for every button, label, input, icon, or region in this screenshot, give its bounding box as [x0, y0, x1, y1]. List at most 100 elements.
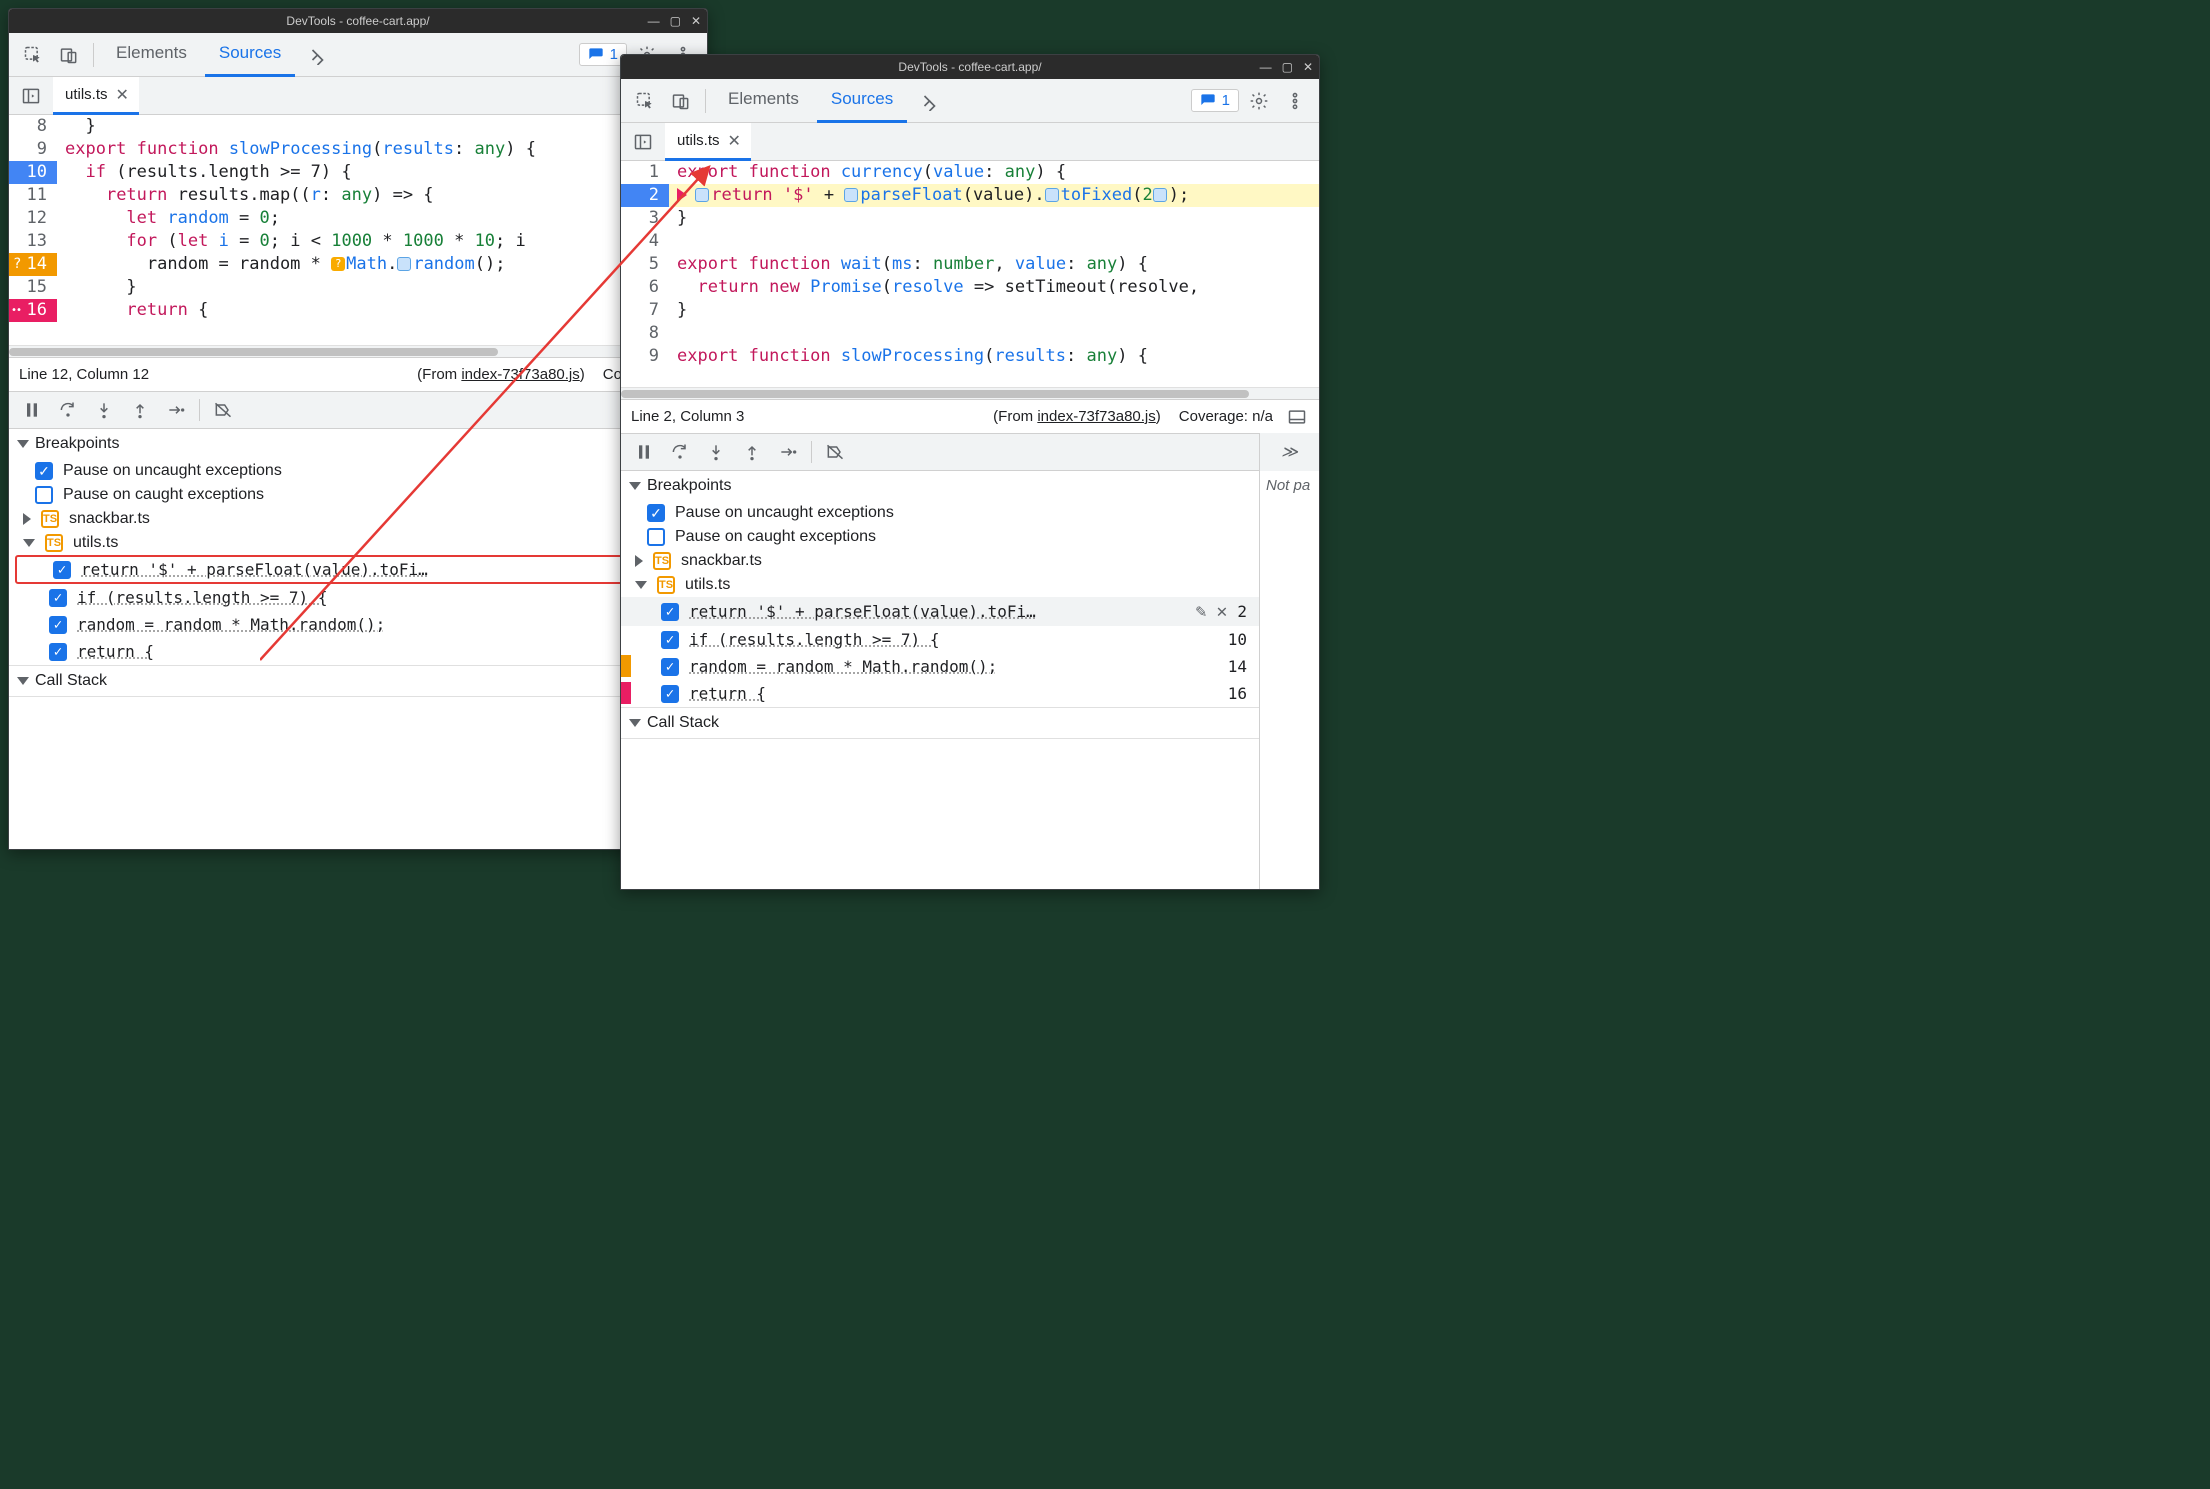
main-tabbar: Elements Sources 1 — [9, 33, 707, 77]
chevron-down-icon — [629, 719, 641, 727]
deactivate-breakpoints-button[interactable] — [818, 437, 852, 467]
breakpoint-row-highlighted[interactable]: ✓ return '$' + parseFloat(value).toFi… ✎… — [15, 555, 703, 584]
horizontal-scrollbar[interactable] — [621, 387, 1319, 399]
breakpoint-row[interactable]: ✓ return '$' + parseFloat(value).toFi… ✎… — [621, 597, 1259, 626]
checkbox-checked-icon[interactable]: ✓ — [661, 685, 679, 703]
file-tab-close-icon[interactable]: ✕ — [116, 85, 129, 105]
inspect-icon[interactable] — [17, 39, 49, 71]
checkbox-checked-icon[interactable]: ✓ — [35, 462, 53, 480]
breakpoint-row[interactable]: ✓ if (results.length >= 7) { 10 — [621, 626, 1259, 653]
breakpoint-row[interactable]: ✓ return { 16 — [9, 638, 707, 665]
breakpoints-pane: Breakpoints ✓ Pause on uncaught exceptio… — [9, 429, 707, 666]
step-button[interactable] — [159, 395, 193, 425]
minimize-icon[interactable]: — — [648, 14, 660, 28]
close-icon[interactable]: ✕ — [691, 14, 701, 28]
navigator-toggle-icon[interactable] — [629, 128, 657, 156]
edit-breakpoint-icon[interactable]: ✎ — [1196, 601, 1207, 622]
callstack-header[interactable]: Call Stack — [9, 666, 707, 696]
bp-file-utils[interactable]: TS utils.ts — [9, 531, 707, 555]
close-icon[interactable]: ✕ — [1303, 60, 1313, 74]
horizontal-scrollbar[interactable] — [9, 345, 707, 357]
pause-button[interactable] — [15, 395, 49, 425]
callstack-pane: Call Stack — [9, 666, 707, 697]
maximize-icon[interactable]: ▢ — [670, 14, 681, 28]
remove-breakpoint-icon[interactable]: ✕ — [1217, 601, 1228, 622]
device-toggle-icon[interactable] — [665, 85, 697, 117]
side-pane: ≫ Not pa — [1259, 433, 1319, 889]
kebab-icon[interactable] — [1279, 85, 1311, 117]
maximize-icon[interactable]: ▢ — [1282, 60, 1293, 74]
sourcemap-link[interactable]: index-73f73a80.js — [461, 366, 579, 383]
bp-file-utils[interactable]: TS utils.ts — [621, 573, 1259, 597]
cursor-position: Line 2, Column 3 — [631, 408, 744, 425]
checkbox-checked-icon[interactable]: ✓ — [49, 589, 67, 607]
step-button[interactable] — [771, 437, 805, 467]
step-out-button[interactable] — [123, 395, 157, 425]
callstack-header[interactable]: Call Stack — [621, 708, 1259, 738]
tab-elements[interactable]: Elements — [102, 33, 201, 77]
chevron-down-icon — [17, 677, 29, 685]
checkbox-checked-icon[interactable]: ✓ — [661, 603, 679, 621]
chevron-down-icon — [17, 440, 29, 448]
step-out-button[interactable] — [735, 437, 769, 467]
checkbox-unchecked-icon[interactable]: ✓ — [35, 486, 53, 504]
breakpoint-row[interactable]: ✓ random = random * Math.random(); 14 — [9, 611, 707, 638]
pause-uncaught-row[interactable]: ✓ Pause on uncaught exceptions — [9, 459, 707, 483]
ts-file-icon: TS — [41, 510, 59, 528]
pause-caught-row[interactable]: ✓ Pause on caught exceptions — [621, 525, 1259, 549]
titlebar: DevTools - coffee-cart.app/ — ▢ ✕ — [621, 55, 1319, 79]
more-tabs-icon[interactable] — [299, 39, 331, 71]
sourcemap-link[interactable]: index-73f73a80.js — [1037, 408, 1155, 425]
tab-elements[interactable]: Elements — [714, 79, 813, 123]
callstack-pane: Call Stack — [621, 708, 1259, 739]
file-tab-label: utils.ts — [65, 86, 108, 103]
more-tabs-icon[interactable]: ≫ — [1281, 442, 1298, 462]
bp-file-snackbar[interactable]: TS snackbar.ts — [621, 549, 1259, 573]
pause-uncaught-row[interactable]: ✓ Pause on uncaught exceptions — [621, 501, 1259, 525]
checkbox-checked-icon[interactable]: ✓ — [647, 504, 665, 522]
pause-caught-row[interactable]: ✓ Pause on caught exceptions — [9, 483, 707, 507]
tab-sources[interactable]: Sources — [817, 79, 907, 123]
checkbox-checked-icon[interactable]: ✓ — [53, 561, 71, 579]
breakpoint-row[interactable]: ✓ if (results.length >= 7) { 10 — [9, 584, 707, 611]
step-over-button[interactable] — [663, 437, 697, 467]
breakpoints-header[interactable]: Breakpoints — [9, 429, 707, 459]
file-tab-utils[interactable]: utils.ts ✕ — [53, 77, 139, 115]
deactivate-breakpoints-button[interactable] — [206, 395, 240, 425]
breakpoint-row[interactable]: ✓ random = random * Math.random(); 14 — [621, 653, 1259, 680]
devtools-window-right: DevTools - coffee-cart.app/ — ▢ ✕ Elemen… — [620, 54, 1320, 890]
breakpoint-row[interactable]: ✓ return { 16 — [621, 680, 1259, 707]
titlebar: DevTools - coffee-cart.app/ — ▢ ✕ — [9, 9, 707, 33]
file-tab-close-icon[interactable]: ✕ — [728, 131, 741, 151]
code-editor[interactable]: 1export function currency(value: any) { … — [621, 161, 1319, 387]
checkbox-checked-icon[interactable]: ✓ — [661, 658, 679, 676]
code-editor[interactable]: 8 } 9export function slowProcessing(resu… — [9, 115, 707, 345]
breakpoints-header[interactable]: Breakpoints — [621, 471, 1259, 501]
show-coverage-icon[interactable] — [1285, 405, 1309, 429]
step-over-button[interactable] — [51, 395, 85, 425]
bp-file-snackbar[interactable]: TS snackbar.ts — [9, 507, 707, 531]
issues-badge[interactable]: 1 — [1191, 89, 1239, 112]
checkbox-unchecked-icon[interactable]: ✓ — [647, 528, 665, 546]
navigator-toggle-icon[interactable] — [17, 82, 45, 110]
settings-icon[interactable] — [1243, 85, 1275, 117]
checkbox-checked-icon[interactable]: ✓ — [661, 631, 679, 649]
inspect-icon[interactable] — [629, 85, 661, 117]
checkbox-checked-icon[interactable]: ✓ — [49, 616, 67, 634]
titlebar-title: DevTools - coffee-cart.app/ — [286, 14, 429, 28]
more-tabs-icon[interactable] — [911, 85, 943, 117]
debugger-toolbar — [9, 391, 707, 429]
file-tab-utils[interactable]: utils.ts ✕ — [665, 123, 751, 161]
debugger-toolbar — [621, 433, 1259, 471]
minimize-icon[interactable]: — — [1260, 60, 1272, 74]
cursor-position: Line 12, Column 12 — [19, 366, 149, 383]
logpoint-stripe — [621, 682, 631, 704]
checkbox-checked-icon[interactable]: ✓ — [49, 643, 67, 661]
titlebar-title: DevTools - coffee-cart.app/ — [898, 60, 1041, 74]
tab-sources[interactable]: Sources — [205, 33, 295, 77]
step-into-button[interactable] — [699, 437, 733, 467]
pause-button[interactable] — [627, 437, 661, 467]
device-toggle-icon[interactable] — [53, 39, 85, 71]
file-tabbar: utils.ts ✕ — [621, 123, 1319, 161]
step-into-button[interactable] — [87, 395, 121, 425]
